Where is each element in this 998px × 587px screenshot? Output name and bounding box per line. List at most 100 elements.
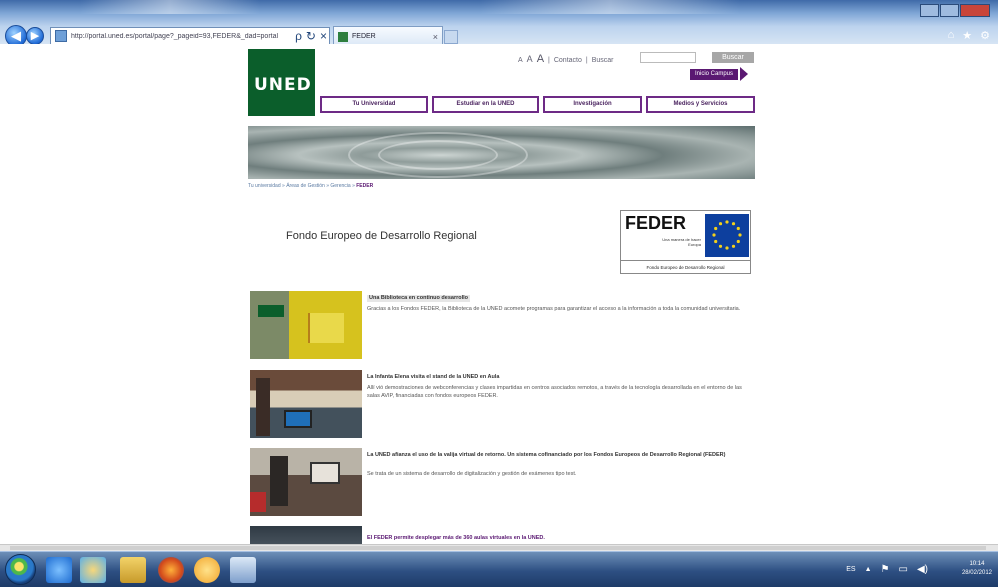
feder-logo: FEDER Una manera de hacer Europa Fondo E… — [620, 210, 751, 274]
close-window-button[interactable] — [960, 4, 990, 17]
clock[interactable]: 10:14 28/02/2012 — [962, 560, 992, 578]
ie-taskbar-icon[interactable] — [46, 557, 72, 583]
library-panel — [308, 313, 344, 343]
start-button[interactable] — [5, 554, 36, 585]
campus-arrow-icon — [740, 67, 748, 81]
favorites-icon[interactable]: ★ — [962, 29, 972, 42]
news-title[interactable]: Una Biblioteca en continuo desarrollo — [367, 295, 471, 302]
explorer-taskbar-icon[interactable] — [80, 557, 106, 583]
tab-label: FEDER — [352, 33, 376, 40]
search-label: Buscar — [591, 57, 614, 64]
url-text[interactable]: http://portal.uned.es/portal/page?_pagei… — [71, 33, 293, 40]
eu-flag-icon — [705, 214, 749, 257]
back-arrow-icon: ◀ — [11, 28, 21, 43]
eu-star-icon — [736, 226, 740, 231]
folder-taskbar-icon[interactable] — [120, 557, 146, 583]
search-input[interactable] — [640, 52, 696, 63]
news-body: Allí vió demostraciones de webconferenci… — [367, 385, 742, 399]
news-item: La UNED afianza el uso de la valija virt… — [250, 448, 755, 516]
nav-estudiar[interactable]: Estudiar en la UNED — [432, 96, 539, 113]
action-center-flag-icon[interactable]: ⚑ — [881, 564, 890, 575]
news-title[interactable]: La Infanta Elena visita el stand de la U… — [367, 374, 752, 381]
eu-star-icon — [731, 222, 736, 226]
breadcrumb-link[interactable]: Gerencia — [330, 183, 350, 189]
aulas-photo[interactable] — [250, 526, 362, 544]
new-tab-button[interactable] — [444, 30, 458, 44]
maximize-button[interactable] — [940, 4, 959, 17]
screen: ◀ ▶ http://portal.uned.es/portal/page?_p… — [0, 0, 998, 587]
library-photo[interactable] — [250, 291, 362, 359]
water-banner-image — [248, 126, 755, 179]
news-body: Gracias a los Fondos FEDER, la Bibliotec… — [367, 306, 741, 312]
breadcrumb-link[interactable]: Tu universidad — [248, 183, 281, 189]
feder-logo-word: FEDER — [625, 213, 687, 233]
news-item: El FEDER permite desplegar más de 360 au… — [250, 526, 755, 544]
titlebar-glare — [80, 0, 260, 14]
news-title[interactable]: La UNED afianza el uso de la valija virt… — [367, 452, 752, 459]
font-decrease-link[interactable]: A — [518, 57, 523, 64]
browser-chrome: ◀ ▶ http://portal.uned.es/portal/page?_p… — [0, 0, 998, 47]
news-body: Se trata de un sistema de desarrollo de … — [367, 471, 577, 477]
eu-star-icon — [725, 246, 729, 250]
eu-star-icon — [718, 222, 723, 226]
aula-stand-photo[interactable] — [250, 370, 362, 438]
window-controls — [920, 4, 990, 17]
forward-button[interactable]: ▶ — [26, 27, 44, 45]
stop-icon[interactable]: × — [318, 28, 329, 44]
monitor-screen — [284, 410, 312, 428]
windows-taskbar: ES ▲ ⚑ ▭ ◀) 10:14 28/02/2012 — [0, 551, 998, 587]
nav-medios-servicios[interactable]: Medios y Servicios — [646, 96, 755, 113]
scrollbar-thumb[interactable] — [10, 546, 986, 550]
separator: | — [585, 57, 588, 64]
eu-star-icon — [725, 220, 729, 224]
news-title[interactable]: El FEDER permite desplegar más de 360 au… — [367, 535, 752, 542]
favicon-icon — [338, 31, 348, 42]
separator: | — [548, 57, 550, 64]
person-figure — [256, 378, 270, 436]
minimize-button[interactable] — [920, 4, 939, 17]
news-item: La Infanta Elena visita el stand de la U… — [250, 370, 755, 438]
font-normal-link[interactable]: A — [527, 54, 533, 64]
font-increase-link[interactable]: A — [537, 53, 544, 65]
uned-logo[interactable]: UNED — [248, 49, 315, 116]
person-figure — [270, 456, 288, 506]
eu-star-icon — [738, 233, 742, 237]
valija-photo[interactable] — [250, 448, 362, 516]
titlebar-glare — [480, 0, 740, 14]
uned-sign — [258, 305, 284, 317]
ripple — [348, 132, 528, 178]
breadcrumb: Tu universidad » Áreas de Gestión » Gere… — [248, 183, 374, 189]
forward-arrow-icon: ▶ — [30, 30, 40, 42]
page-title: Fondo Europeo de Desarrollo Regional — [286, 230, 477, 242]
refresh-icon[interactable]: ↻ — [304, 28, 318, 44]
settings-gear-icon[interactable]: ⚙ — [980, 29, 990, 42]
horizontal-scrollbar[interactable] — [0, 544, 998, 551]
news-item: Una Biblioteca en continuo desarrollo Gr… — [250, 291, 755, 359]
messenger-taskbar-icon[interactable] — [194, 557, 220, 583]
address-bar[interactable]: http://portal.uned.es/portal/page?_pagei… — [50, 27, 330, 45]
search-icon[interactable]: ρ — [293, 28, 304, 44]
nav-investigacion[interactable]: Investigación — [543, 96, 642, 113]
system-tray: ES ▲ ⚑ ▭ ◀) — [846, 564, 928, 575]
eu-star-icon — [714, 226, 718, 231]
breadcrumb-current: FEDER — [356, 183, 374, 189]
feder-logo-tagline: Una manera de hacer Europa — [662, 237, 701, 247]
app-taskbar-icon[interactable] — [230, 557, 256, 583]
network-icon[interactable]: ▭ — [899, 564, 908, 575]
campus-button[interactable]: Inicio Campus — [690, 69, 738, 80]
breadcrumb-link[interactable]: Áreas de Gestión — [286, 183, 325, 189]
top-links: A A A | Contacto | Buscar — [518, 53, 614, 65]
show-hidden-icons-icon[interactable]: ▲ — [865, 566, 872, 573]
browser-toolbar-icons: ⌂ ★ ⚙ — [948, 29, 990, 42]
eu-star-icon — [718, 244, 723, 248]
language-indicator[interactable]: ES — [846, 566, 855, 573]
tab-close-icon[interactable]: × — [433, 32, 438, 42]
firefox-taskbar-icon[interactable] — [158, 557, 184, 583]
search-button[interactable]: Buscar — [712, 52, 754, 63]
contact-link[interactable]: Contacto — [554, 57, 582, 64]
home-icon[interactable]: ⌂ — [948, 29, 955, 42]
eu-star-icon — [731, 244, 736, 248]
tab-feder[interactable]: FEDER × — [333, 26, 443, 46]
nav-tu-universidad[interactable]: Tu Universidad — [320, 96, 428, 113]
volume-icon[interactable]: ◀) — [917, 564, 928, 575]
